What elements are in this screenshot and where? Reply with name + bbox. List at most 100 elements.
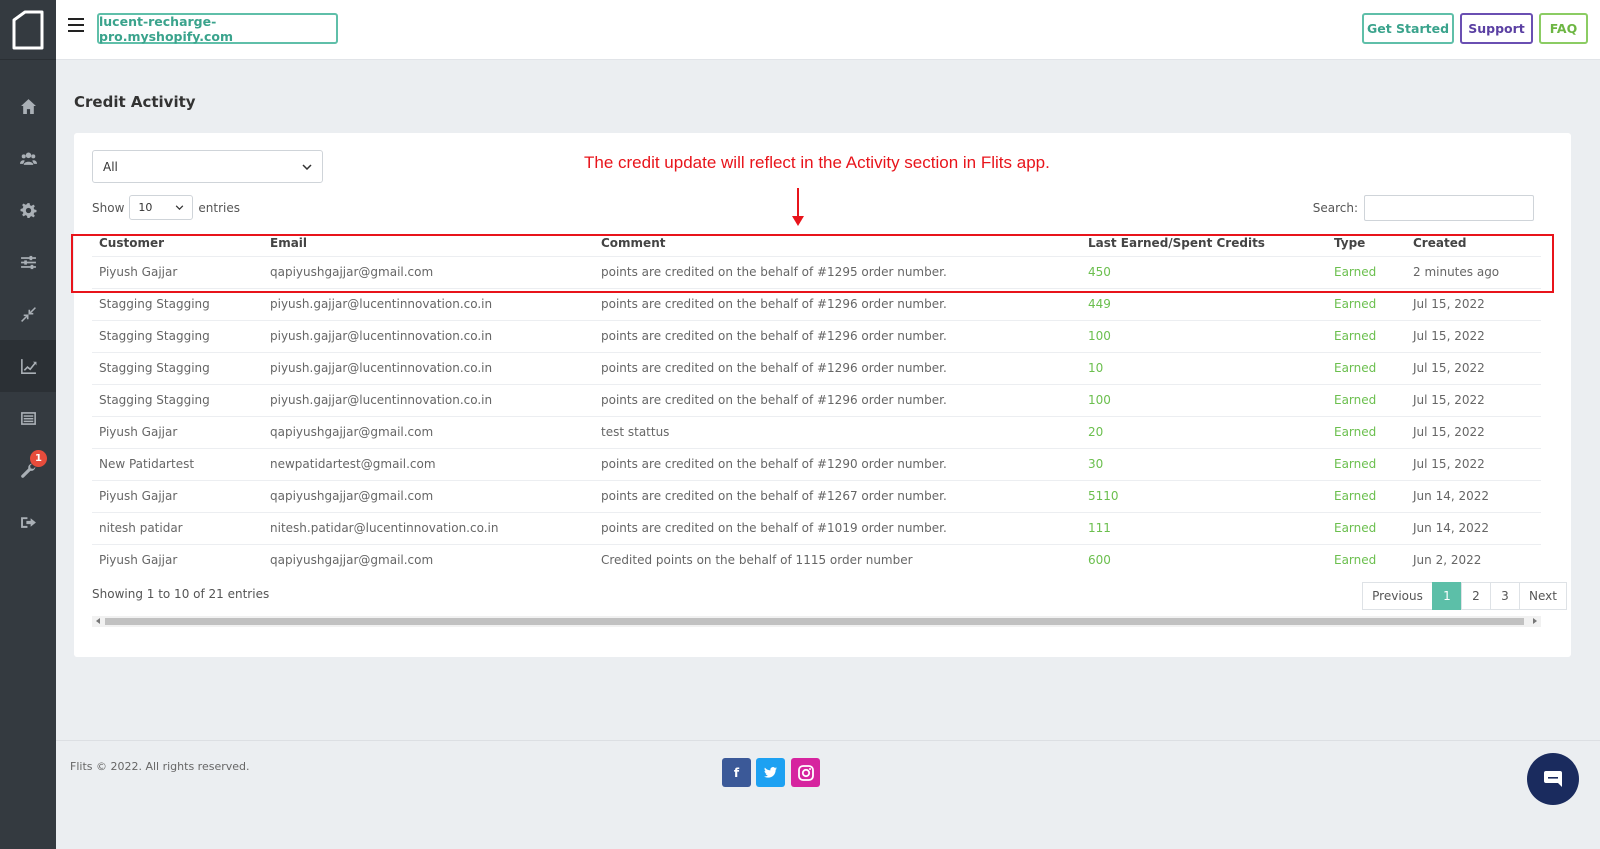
house-logo-icon: [12, 10, 44, 49]
footer-copyright: Flits © 2022. All rights reserved.: [70, 760, 250, 773]
cell-created: Jul 15, 2022: [1406, 351, 1541, 384]
cell-comment: Credited points on the behalf of 1115 or…: [594, 543, 1081, 576]
column-header-email[interactable]: Email: [263, 230, 594, 256]
top-header: lucent-recharge-pro.myshopify.com Get St…: [56, 0, 1600, 60]
entries-label: entries: [198, 200, 240, 215]
scrollbar-thumb[interactable]: [105, 618, 1524, 625]
cell-customer: Stagging Stagging: [92, 383, 263, 416]
scroll-left-arrow-icon[interactable]: [96, 618, 100, 624]
chat-widget-button[interactable]: [1527, 753, 1579, 805]
sign-out-icon: [20, 516, 36, 528]
faq-button[interactable]: FAQ: [1539, 13, 1588, 44]
column-header-credits[interactable]: Last Earned/Spent Credits: [1081, 230, 1327, 256]
annotation-arrow: [797, 188, 799, 218]
cell-comment: points are credited on the behalf of #12…: [594, 319, 1081, 352]
column-header-customer[interactable]: Customer: [92, 230, 263, 256]
cell-type: Earned: [1327, 351, 1406, 384]
cell-comment: points are credited on the behalf of #12…: [594, 383, 1081, 416]
cell-credits: 100: [1081, 319, 1327, 352]
sidebar-item-tools[interactable]: 1: [0, 444, 56, 496]
cell-type: Earned: [1327, 511, 1406, 544]
filter-selected-value: All: [103, 159, 118, 174]
pagination-page-1[interactable]: 1: [1432, 582, 1462, 610]
cell-email: piyush.gajjar@lucentinnovation.co.in: [263, 287, 594, 320]
table-row: New Patidartest newpatidartest@gmail.com p…: [92, 447, 1541, 480]
column-header-comment[interactable]: Comment: [594, 230, 1081, 256]
facebook-link[interactable]: f: [722, 758, 751, 787]
cell-customer: Piyush Gajjar: [92, 255, 263, 288]
cell-comment: points are credited on the behalf of #12…: [594, 447, 1081, 480]
cell-customer: Stagging Stagging: [92, 351, 263, 384]
cell-type: Earned: [1327, 447, 1406, 480]
table-row: Piyush Gajjar qapiyushgajjar@gmail.com Cre…: [92, 543, 1541, 576]
cell-created: Jun 14, 2022: [1406, 511, 1541, 544]
sidebar-item-credit-activity[interactable]: [0, 340, 56, 392]
search-input[interactable]: [1364, 195, 1534, 221]
notification-badge: 1: [30, 450, 47, 467]
entries-length-control: Show 10 entries: [92, 195, 240, 220]
page-title: Credit Activity: [74, 93, 196, 111]
twitter-link[interactable]: [756, 758, 785, 787]
cell-type: Earned: [1327, 319, 1406, 352]
cell-email: qapiyushgajjar@gmail.com: [263, 255, 594, 288]
cell-email: piyush.gajjar@lucentinnovation.co.in: [263, 351, 594, 384]
cell-credits: 449: [1081, 287, 1327, 320]
cell-created: Jul 15, 2022: [1406, 383, 1541, 416]
sidebar-item-rules[interactable]: [0, 236, 56, 288]
entries-length-select[interactable]: 10: [129, 195, 194, 220]
table-row: Stagging Stagging piyush.gajjar@lucentinn…: [92, 319, 1541, 352]
show-label: Show: [92, 200, 125, 215]
chevron-down-icon: [302, 163, 312, 170]
cell-created: Jul 15, 2022: [1406, 415, 1541, 448]
cell-customer: Piyush Gajjar: [92, 415, 263, 448]
cell-credits: 100: [1081, 383, 1327, 416]
cell-credits: 450: [1081, 255, 1327, 288]
cell-comment: points are credited on the behalf of #10…: [594, 511, 1081, 544]
support-button[interactable]: Support: [1460, 13, 1533, 44]
cell-customer: nitesh patidar: [92, 511, 263, 544]
pagination: Previous 1 2 3 Next: [1362, 582, 1567, 610]
cell-customer: Piyush Gajjar: [92, 479, 263, 512]
store-domain-button[interactable]: lucent-recharge-pro.myshopify.com: [97, 13, 338, 44]
pagination-page-3[interactable]: 3: [1490, 582, 1520, 610]
sidebar-item-list[interactable]: [0, 392, 56, 444]
scroll-right-arrow-icon[interactable]: [1533, 618, 1537, 624]
table-header-row: Customer Email Comment Last Earned/Spent…: [92, 230, 1541, 256]
entries-length-value: 10: [138, 201, 153, 214]
pagination-previous[interactable]: Previous: [1362, 582, 1433, 610]
cell-email: nitesh.patidar@lucentinnovation.co.in: [263, 511, 594, 544]
gear-icon: [20, 202, 36, 218]
sidebar-item-home[interactable]: [0, 80, 56, 132]
chat-bubble-icon: [1544, 771, 1562, 787]
sidebar-item-settings[interactable]: [0, 184, 56, 236]
list-icon: [20, 411, 36, 425]
sidebar-item-compress[interactable]: [0, 288, 56, 340]
column-header-type[interactable]: Type: [1327, 230, 1406, 256]
cell-type: Earned: [1327, 287, 1406, 320]
cell-credits: 111: [1081, 511, 1327, 544]
annotation-arrow-head: [792, 216, 804, 226]
instagram-link[interactable]: [791, 758, 820, 787]
annotation-text: The credit update will reflect in the Ac…: [584, 153, 1050, 172]
sidebar-item-logout[interactable]: [0, 496, 56, 548]
cell-comment: points are credited on the behalf of #12…: [594, 255, 1081, 288]
pagination-next[interactable]: Next: [1519, 582, 1567, 610]
menu-toggle-icon[interactable]: [68, 18, 84, 32]
pagination-page-2[interactable]: 2: [1461, 582, 1491, 610]
cell-customer: Stagging Stagging: [92, 287, 263, 320]
app-logo[interactable]: [0, 0, 56, 60]
activity-filter-select[interactable]: All: [92, 150, 323, 183]
table-row: Stagging Stagging piyush.gajjar@lucentinn…: [92, 383, 1541, 416]
horizontal-scrollbar[interactable]: [92, 616, 1541, 627]
cell-credits: 600: [1081, 543, 1327, 576]
cell-credits: 10: [1081, 351, 1327, 384]
cell-comment: points are credited on the behalf of #12…: [594, 351, 1081, 384]
cell-customer: Stagging Stagging: [92, 319, 263, 352]
cell-comment: test stattus: [594, 415, 1081, 448]
credit-activity-table: Customer Email Comment Last Earned/Spent…: [92, 230, 1541, 576]
cell-email: qapiyushgajjar@gmail.com: [263, 479, 594, 512]
get-started-button[interactable]: Get Started: [1362, 13, 1454, 44]
column-header-created[interactable]: Created: [1406, 230, 1541, 256]
table-row: nitesh patidar nitesh.patidar@lucentinnov…: [92, 511, 1541, 544]
sidebar-item-customers[interactable]: [0, 132, 56, 184]
